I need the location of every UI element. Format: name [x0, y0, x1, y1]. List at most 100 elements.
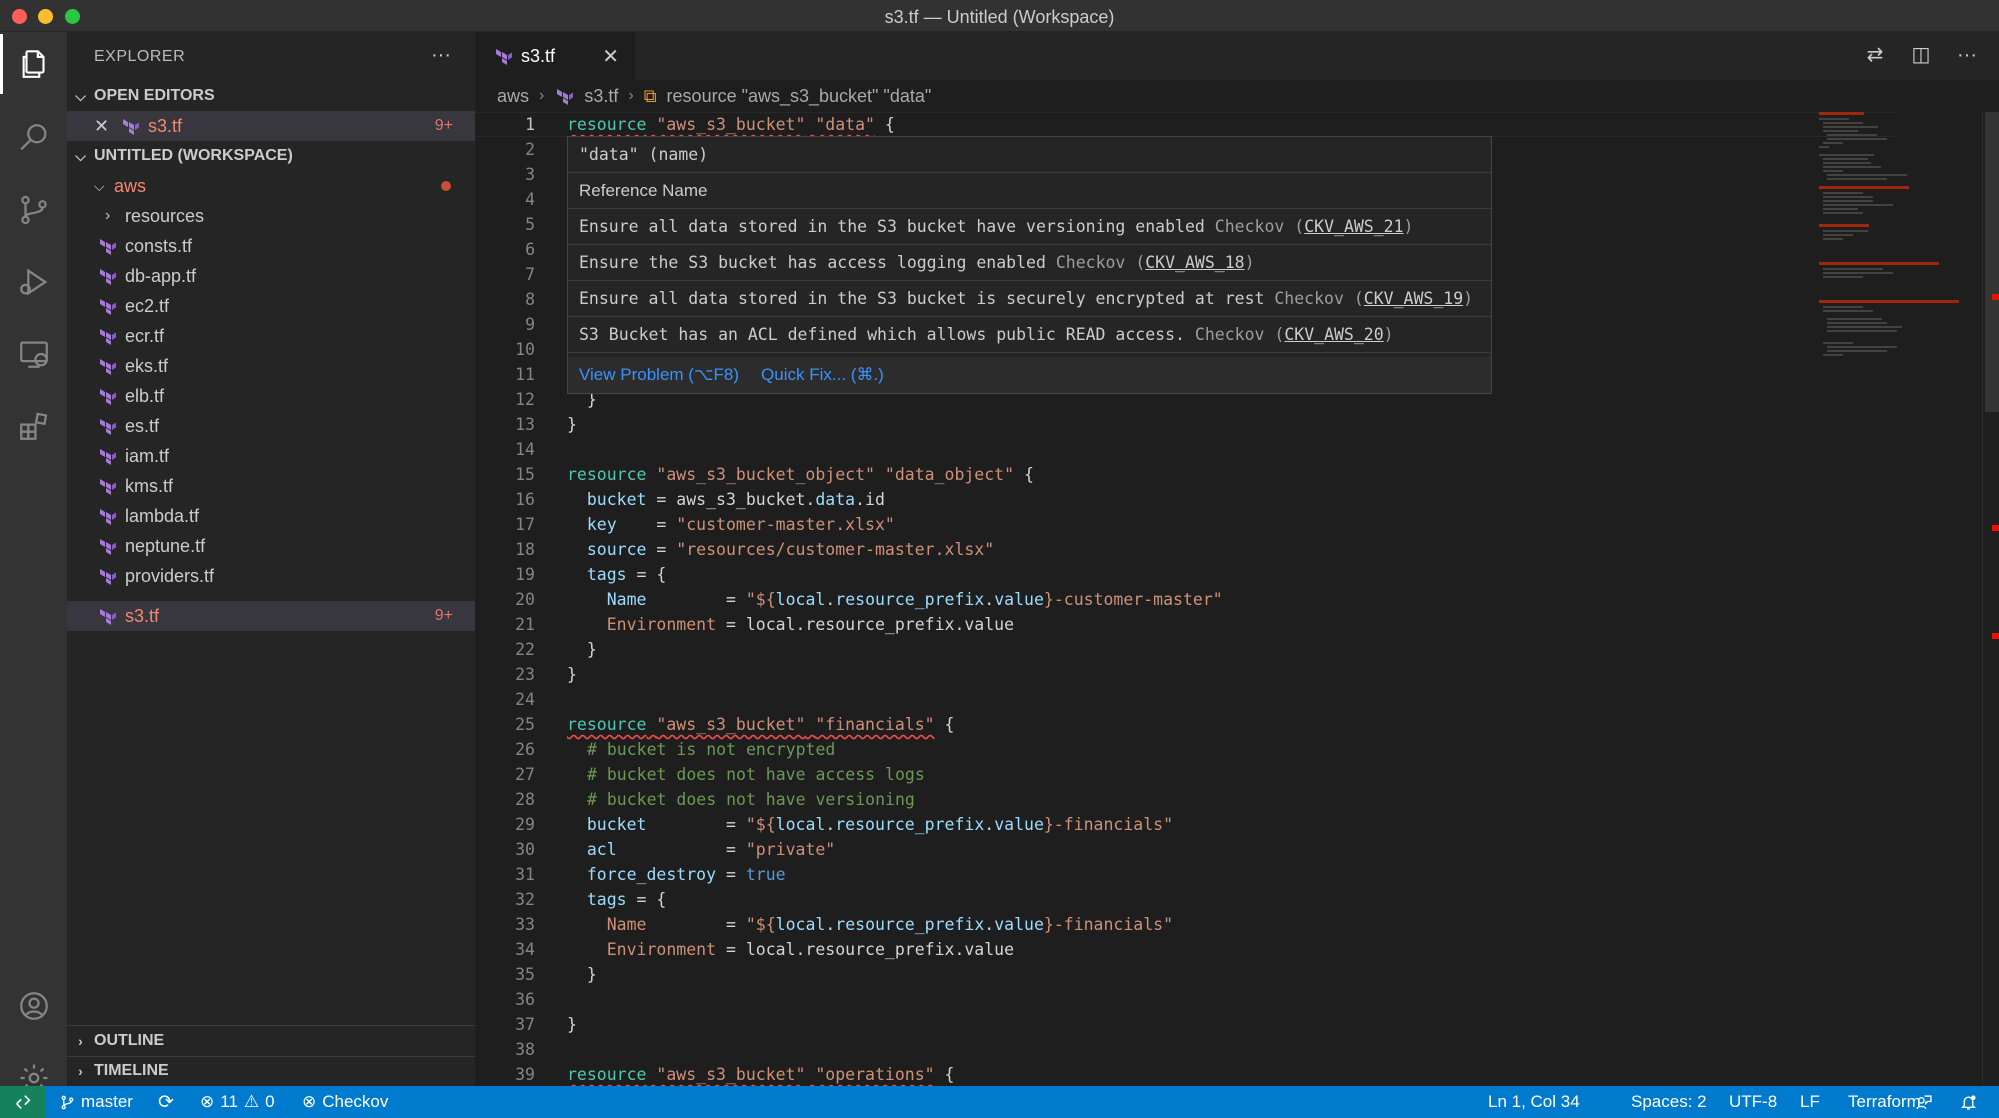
terraform-file-icon — [100, 269, 116, 285]
line-number: 13 — [515, 415, 535, 434]
line-number: 25 — [515, 715, 535, 734]
boolean: true — [745, 865, 786, 884]
problem-code-link[interactable]: CKV_AWS_19 — [1364, 289, 1463, 308]
brace: { — [1014, 465, 1034, 484]
file-label: s3.tf — [125, 605, 160, 626]
language-mode[interactable]: Terraform — [1848, 1086, 1921, 1118]
code-text: . — [984, 815, 995, 834]
file-item[interactable]: elb.tf — [67, 381, 475, 411]
code-line: key = "customer-master.xlsx" — [567, 512, 895, 537]
problem-item: Ensure all data stored in the S3 bucket … — [568, 281, 1491, 317]
tab-s3-tf[interactable]: s3.tf ✕ — [475, 32, 635, 80]
terraform-file-icon — [100, 479, 116, 495]
file-item[interactable]: kms.tf — [67, 471, 475, 501]
editor-actions: ⇄ ◫ ··· — [1863, 44, 1979, 68]
workspace-section[interactable]: ⌵ UNTITLED (WORKSPACE) — [67, 141, 475, 171]
chevron-right-icon: › — [78, 1033, 83, 1049]
folder-aws[interactable]: ⌵ aws — [67, 171, 475, 201]
file-label: db-app.tf — [125, 265, 197, 286]
file-item[interactable]: eks.tf — [67, 351, 475, 381]
breadcrumb-file[interactable]: s3.tf — [584, 86, 618, 107]
outline-section[interactable]: › OUTLINE — [67, 1026, 475, 1056]
end-of-line[interactable]: LF — [1800, 1086, 1820, 1118]
explorer-icon[interactable] — [0, 34, 67, 94]
close-tab-button[interactable]: ✕ — [602, 44, 619, 69]
checkov-label: Checkov — [322, 1092, 389, 1111]
string: "operations" — [815, 1065, 935, 1084]
string: "financials" — [815, 715, 935, 734]
code-line: resource "aws_s3_bucket_object" "data_ob… — [567, 462, 1034, 487]
problem-code-link[interactable]: CKV_AWS_21 — [1304, 217, 1403, 236]
extensions-icon[interactable] — [0, 396, 67, 456]
line-number: 38 — [515, 1040, 535, 1059]
open-changes-icon[interactable]: ⇄ — [1863, 44, 1887, 68]
problem-text: S3 Bucket has an ACL defined which allow… — [579, 325, 1185, 344]
folder-resources[interactable]: › resources — [67, 201, 475, 231]
line-number: 10 — [515, 340, 535, 359]
comment: # bucket does not have access logs — [587, 765, 925, 784]
brace: { — [934, 715, 955, 734]
more-actions-button[interactable]: ··· — [431, 44, 451, 67]
string: "aws_s3_bucket" — [656, 1065, 806, 1084]
line-number: 15 — [515, 465, 535, 484]
string: "aws_s3_bucket" — [656, 715, 806, 734]
close-icon[interactable]: ✕ — [94, 116, 120, 137]
minimap[interactable] — [1817, 112, 1982, 392]
open-editors-section[interactable]: ⌵ OPEN EDITORS — [67, 81, 475, 111]
sync-icon[interactable]: ⟳ — [158, 1086, 174, 1118]
feedback-icon[interactable] — [1915, 1086, 1932, 1118]
breadcrumb-symbol[interactable]: resource "aws_s3_bucket" "data" — [667, 86, 932, 107]
terraform-file-icon — [100, 609, 116, 625]
problem-code-link[interactable]: CKV_AWS_20 — [1284, 325, 1383, 344]
breadcrumb-folder[interactable]: aws — [497, 86, 529, 107]
search-icon[interactable] — [0, 108, 67, 168]
file-item[interactable]: iam.tf — [67, 441, 475, 471]
file-item[interactable]: ec2.tf — [67, 291, 475, 321]
view-problem-link[interactable]: View Problem (⌥F8) — [579, 365, 739, 385]
terraform-file-icon — [557, 89, 574, 105]
workspace-heading: UNTITLED (WORKSPACE) — [94, 147, 293, 164]
sync-glyph: ⟳ — [158, 1091, 174, 1113]
open-editor-item[interactable]: ✕ s3.tf 9+ — [67, 111, 475, 141]
branch-indicator[interactable]: master — [60, 1086, 133, 1118]
file-item-selected[interactable]: s3.tf 9+ — [67, 601, 475, 631]
split-editor-icon[interactable]: ◫ — [1909, 44, 1933, 68]
checkov-status[interactable]: ⊗ Checkov — [302, 1086, 388, 1118]
line-number: 26 — [515, 740, 535, 759]
remote-indicator-icon[interactable] — [0, 1086, 45, 1118]
cursor-position[interactable]: Ln 1, Col 34 — [1488, 1086, 1580, 1118]
file-item[interactable]: consts.tf — [67, 231, 475, 261]
indentation[interactable]: Spaces: 2 — [1631, 1086, 1707, 1118]
problem-text: Ensure the S3 bucket has access logging … — [579, 253, 1046, 272]
more-actions-icon[interactable]: ··· — [1955, 44, 1979, 68]
file-item[interactable]: neptune.tf — [67, 531, 475, 561]
file-item[interactable]: lambda.tf — [67, 501, 475, 531]
run-debug-icon[interactable] — [0, 252, 67, 312]
file-item[interactable]: es.tf — [67, 411, 475, 441]
terraform-file-icon — [100, 389, 116, 405]
encoding[interactable]: UTF-8 — [1729, 1086, 1777, 1118]
source-control-icon[interactable] — [0, 180, 67, 240]
remote-explorer-icon[interactable] — [0, 324, 67, 384]
explorer-sidebar: EXPLORER ··· ⌵ OPEN EDITORS ✕ s3.tf 9+ ⌵… — [67, 32, 475, 1086]
folder-label: resources — [125, 205, 205, 226]
code-text: .id — [855, 490, 885, 509]
attribute: value — [994, 815, 1044, 834]
notifications-bell-icon[interactable] — [1960, 1086, 1977, 1118]
account-icon[interactable] — [0, 976, 67, 1036]
minimap-error-marker — [1819, 224, 1869, 227]
file-item[interactable]: ecr.tf — [67, 321, 475, 351]
problem-code-link[interactable]: CKV_AWS_18 — [1145, 253, 1244, 272]
scrollbar-thumb[interactable] — [1985, 112, 1999, 412]
file-item[interactable]: db-app.tf — [67, 261, 475, 291]
code-line: Environment = local.resource_prefix.valu… — [567, 937, 1014, 962]
problem-count-badge: 9+ — [434, 607, 453, 624]
quick-fix-link[interactable]: Quick Fix... (⌘.) — [761, 365, 884, 385]
file-item[interactable]: providers.tf — [67, 561, 475, 591]
minimap-error-marker — [1819, 300, 1959, 303]
problems-indicator[interactable]: ⊗ 11 ⚠ 0 — [200, 1086, 275, 1118]
code-line: } — [567, 965, 597, 984]
timeline-section[interactable]: › TIMELINE — [67, 1056, 475, 1086]
problem-item: S3 Bucket has an ACL defined which allow… — [568, 317, 1491, 353]
line-number: 18 — [515, 540, 535, 559]
